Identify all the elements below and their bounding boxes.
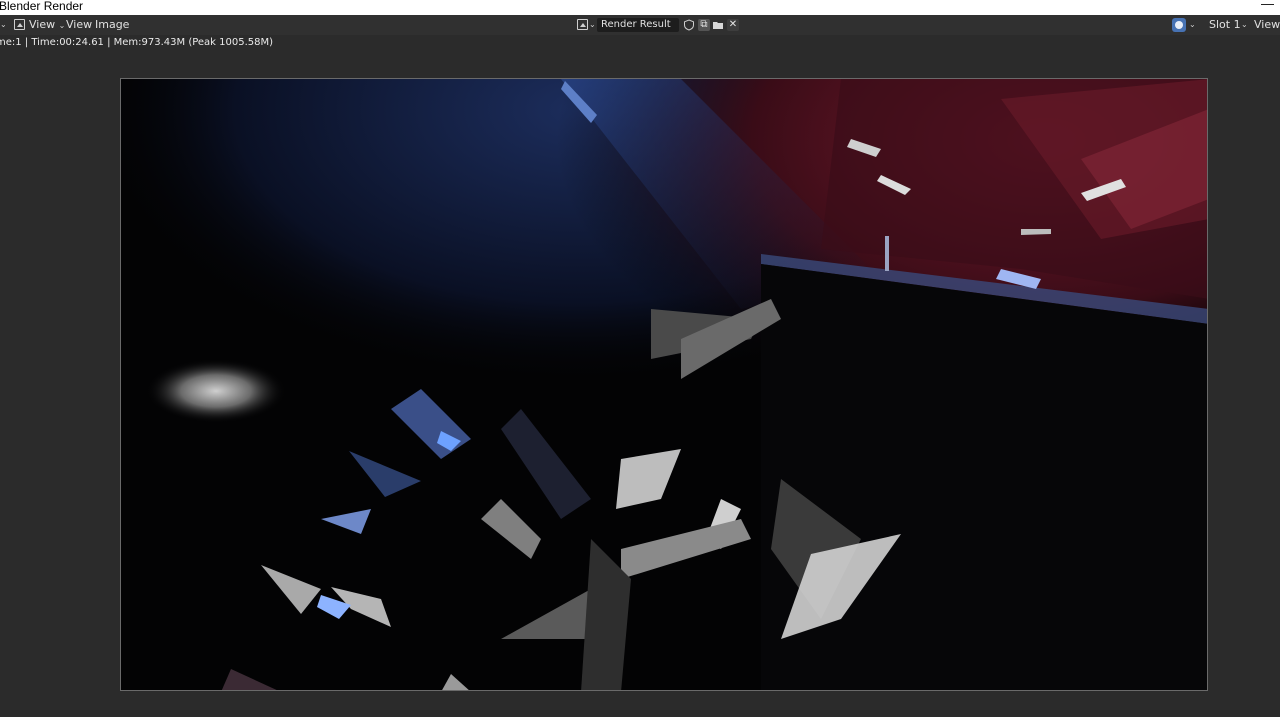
close-icon[interactable]: ✕ (727, 19, 739, 31)
window-title: Blender Render (0, 0, 84, 13)
slot-selector[interactable]: Slot 1 (1209, 15, 1241, 35)
display-channels-icon[interactable] (1172, 18, 1186, 32)
shield-icon[interactable] (683, 19, 695, 31)
image-name-label: Render Result (601, 19, 671, 30)
chevron-down-icon: ⌄ (58, 21, 66, 30)
render-stats: me:1 | Time:00:24.61 | Mem:973.43M (Peak… (0, 37, 274, 48)
duplicate-icon[interactable]: ⧉ (698, 19, 710, 31)
window-titlebar: Blender Render — (0, 0, 1280, 15)
chevron-down-icon[interactable]: ⌄ (0, 15, 7, 35)
image-name-field[interactable]: Render Result (597, 18, 679, 32)
chevron-down-icon[interactable]: ⌄ (1241, 15, 1248, 35)
minimize-button[interactable]: — (1261, 0, 1274, 10)
view-dropdown-label: View (29, 18, 56, 31)
menu-image[interactable]: Image (95, 15, 129, 35)
open-folder-icon[interactable] (712, 19, 724, 31)
image-editor-icon[interactable] (14, 19, 25, 30)
image-browse-icon[interactable] (577, 19, 588, 30)
view-layer-selector[interactable]: ViewLa (1254, 15, 1280, 35)
chevron-down-icon[interactable]: ⌄ (589, 15, 596, 35)
menu-view[interactable]: View (66, 15, 92, 35)
image-editor-header: ⌄ View ⌄ View Image ⌄ Render Result ⧉ ✕ … (0, 15, 1280, 35)
chevron-down-icon[interactable]: ⌄ (1189, 15, 1196, 35)
view-dropdown[interactable]: View ⌄ (29, 15, 65, 35)
render-result-image[interactable] (120, 78, 1208, 691)
render-scene (121, 79, 1207, 690)
